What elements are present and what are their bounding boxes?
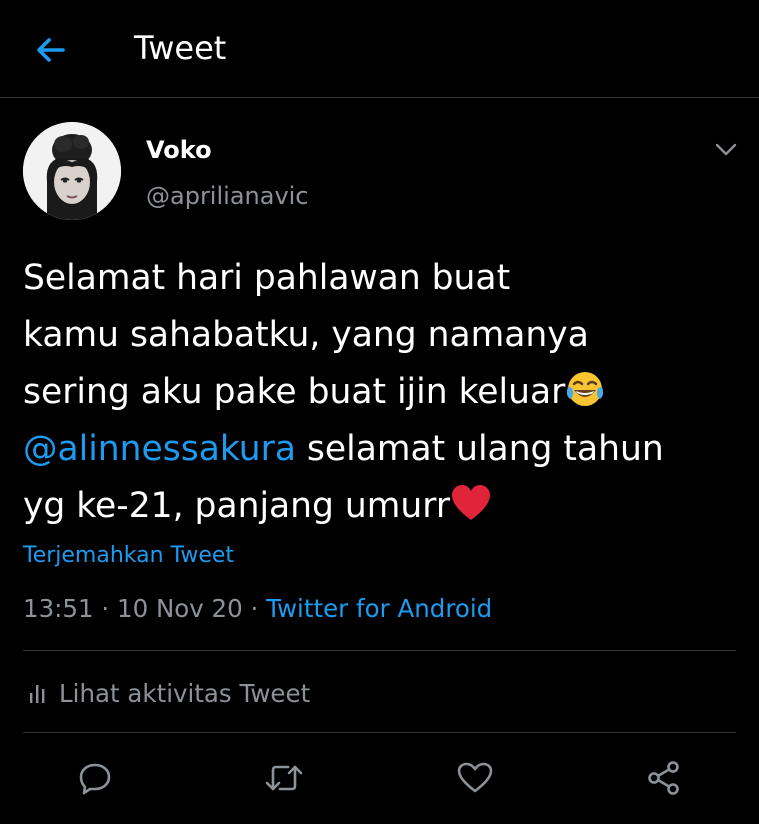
arrow-left-icon [37, 38, 65, 62]
translate-tweet-link[interactable]: Terjemahkan Tweet [23, 541, 234, 571]
tweet-line-text: sering aku pake buat ijin keluar [23, 372, 566, 412]
retweet-icon [265, 765, 303, 791]
tweet-source-link[interactable]: Twitter for Android [266, 594, 492, 623]
retweet-button[interactable] [262, 756, 306, 800]
divider [23, 732, 736, 733]
tweet-time: 13:51 [23, 594, 94, 623]
tweet-line: kamu sahabatku, yang namanya [23, 315, 589, 355]
tweet-activity-label: Lihat aktivitas Tweet [59, 678, 311, 708]
tweet-metadata: 13:51 · 10 Nov 20 · Twitter for Android [23, 592, 492, 626]
meta-separator: · [242, 594, 267, 623]
divider [23, 650, 736, 651]
tweet-line-text: yg ke-21, panjang umurr [23, 486, 451, 526]
meta-separator: · [93, 594, 117, 623]
author-name[interactable]: Voko [146, 134, 212, 166]
tweet-line: yg ke-21, panjang umurr [23, 478, 723, 535]
share-icon [648, 761, 679, 795]
bar-chart-icon [29, 683, 47, 703]
more-options-button[interactable] [706, 134, 746, 166]
author-handle[interactable]: @aprilianavic [146, 180, 309, 212]
top-app-bar: Tweet [0, 0, 759, 98]
tweet-activity-link[interactable]: Lihat aktivitas Tweet [23, 675, 310, 711]
tweet-line-text: selamat ulang tahun [295, 429, 664, 469]
back-button[interactable] [22, 22, 78, 78]
like-icon [457, 762, 493, 793]
tweet-text: Selamat hari pahlawan buat kamu sahabatk… [23, 250, 723, 535]
share-button[interactable] [642, 756, 686, 800]
reply-icon [79, 763, 111, 795]
tweet-line: sering aku pake buat ijin keluar [23, 364, 723, 421]
chevron-down-icon [715, 143, 737, 156]
face-with-tears-of-joy-emoji [567, 372, 604, 406]
red-heart-emoji [452, 485, 491, 520]
avatar-image [23, 122, 121, 220]
mention-link[interactable]: @alinnessakura [23, 429, 296, 469]
tweet-line: Selamat hari pahlawan buat [23, 258, 511, 298]
page-title: Tweet [134, 29, 227, 67]
like-button[interactable] [453, 756, 497, 800]
tweet-date: 10 Nov 20 [116, 594, 243, 623]
avatar[interactable] [23, 122, 121, 220]
reply-button[interactable] [73, 756, 117, 800]
tweet-line: @alinnessakura selamat ulang tahun [23, 421, 723, 478]
